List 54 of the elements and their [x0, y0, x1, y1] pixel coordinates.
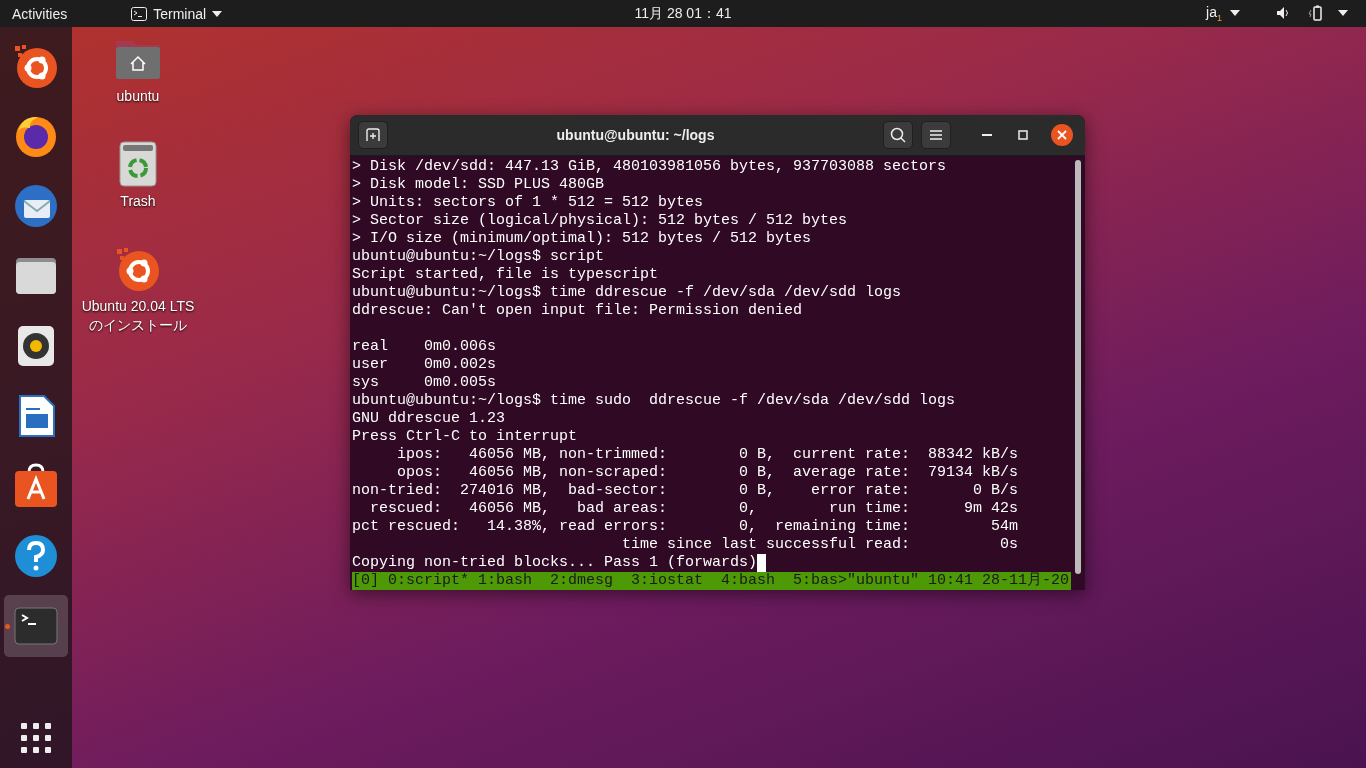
installer-icon — [12, 42, 60, 90]
terminal-line: GNU ddrescue 1.23 — [352, 410, 506, 428]
desktop-icon-label[interactable]: Trash — [75, 192, 201, 211]
terminal-line: pct rescued: 14.38%, read errors: 0, remaining time: 54m — [352, 518, 1019, 536]
maximize-icon — [1018, 130, 1028, 140]
terminal-line: time since last successful read: 0s — [621, 536, 1019, 554]
new-tab-button[interactable] — [358, 121, 388, 149]
search-icon — [890, 127, 906, 143]
terminal-line: rescued: 46056 MB, bad areas: 0, run time: 9m 42s — [369, 500, 1019, 518]
terminal-line: ddrescue: Can't open input file: Permission denied — [352, 302, 803, 320]
battery-icon[interactable] — [1308, 5, 1322, 22]
terminal-line: non-tried: 274016 MB, bad-sector: 0 B, error rate: 0 B/s — [352, 482, 1019, 500]
clock[interactable]: 11月 28 01：41 — [634, 4, 732, 21]
shopping-bag-icon — [12, 462, 60, 510]
terminal-line: ipos: 46056 MB, non-trimmed: 0 B, current rate: 88342 kB/s — [396, 446, 1019, 464]
terminal-line: > Disk /dev/sdd: 447.13 GiB, 480103981056 bytes, 937703088 sectors — [352, 158, 947, 176]
terminal-line: ubuntu@ubuntu:~/logs$ time ddrescue -f /dev/sda /dev/sdd logs — [352, 284, 902, 302]
input-method-indicator[interactable]: ja$_{1}$ — [1206, 4, 1222, 23]
caret-icon — [212, 10, 223, 17]
activities-button[interactable]: Activities — [12, 5, 68, 22]
desktop-icon-label[interactable]: ubuntu — [75, 87, 201, 106]
caret-icon — [1230, 10, 1240, 17]
terminal-line: sys 0m0.005s — [352, 374, 497, 392]
help-icon — [12, 532, 60, 580]
installer-icon[interactable] — [114, 245, 162, 293]
terminal-line: real 0m0.006s — [352, 338, 497, 356]
window-title: ubuntu@ubuntu: ~/logs — [555, 127, 716, 143]
terminal-line: ubuntu@ubuntu:~/logs$ time sudo ddrescue -f /dev/sda /dev/sdd logs — [352, 392, 956, 410]
terminal-line: user 0m0.002s — [352, 356, 497, 374]
terminal-line: Copying non-tried blocks... Pass 1 (forwards) — [352, 554, 758, 572]
mail-icon — [12, 182, 60, 230]
tmux-status-bar: [0] 0:script* 1:bash 2:dmesg 3:iostat 4:bash 5:bas>"ubuntu" 10:41 28-11月-20 — [352, 572, 1071, 590]
terminal-line: > Disk model: SSD PLUS 480GB — [352, 176, 605, 194]
terminal-line: > I/O size (minimum/optimal): 512 bytes / 512 bytes — [352, 230, 812, 248]
menu-button[interactable] — [921, 121, 951, 149]
close-icon — [1057, 130, 1067, 140]
terminal-line: > Units: sectors of 1 * 512 = 512 bytes — [352, 194, 704, 212]
minimize-icon — [982, 134, 992, 136]
close-button[interactable] — [1051, 124, 1073, 146]
terminal-line: Press Ctrl-C to interrupt — [352, 428, 578, 446]
search-button[interactable] — [883, 121, 913, 149]
app-menu[interactable]: Terminal — [131, 5, 223, 22]
app-grid-icon[interactable] — [20, 722, 52, 754]
scrollbar[interactable] — [1075, 160, 1081, 574]
terminal-line: opos: 46056 MB, non-scraped: 0 B, average rate: 79134 kB/s — [396, 464, 1019, 482]
new-tab-icon — [366, 128, 380, 142]
terminal-line: ubuntu@ubuntu:~/logs$ script — [352, 248, 605, 266]
trash-icon[interactable] — [118, 140, 158, 188]
terminal-line: Script started, file is typescript — [352, 266, 659, 284]
caret-icon[interactable] — [1338, 10, 1348, 17]
desktop-icon-label[interactable]: Ubuntu 20.04 LTS のインストール — [75, 297, 201, 335]
terminal-line: > Sector size (logical/physical): 512 bytes / 512 bytes — [352, 212, 848, 230]
menu-icon — [929, 129, 943, 141]
terminal-icon — [131, 6, 148, 21]
